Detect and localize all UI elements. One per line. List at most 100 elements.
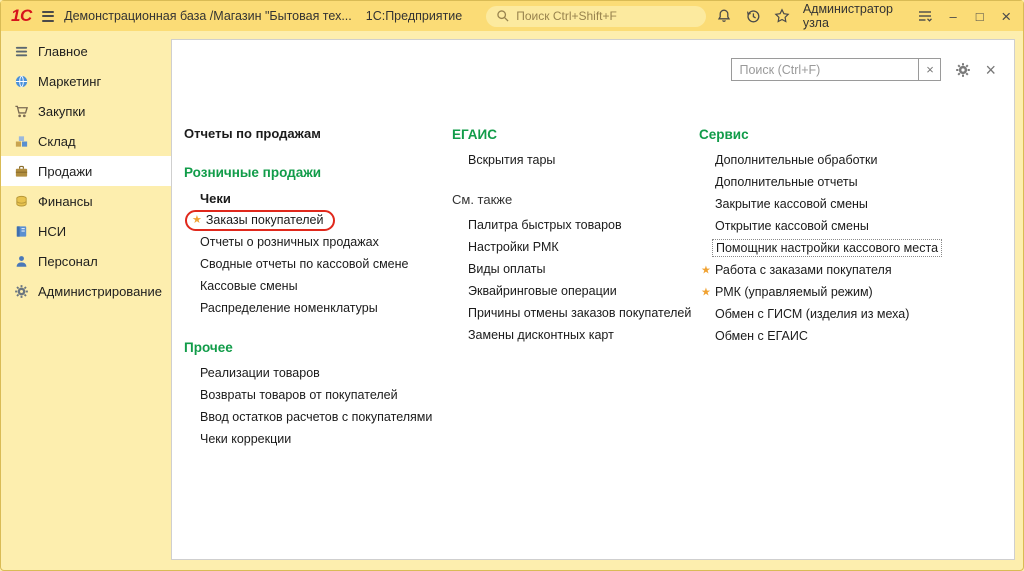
titlebar-right-cluster: Администратор узла – □ × <box>716 2 1013 30</box>
menu-item[interactable]: Отчеты по продажам <box>184 122 452 144</box>
hamburger-menu-icon[interactable] <box>42 11 54 22</box>
star-icon: ★ <box>192 213 202 226</box>
menu-item[interactable]: Отчеты о розничных продажах <box>184 231 452 253</box>
menu-item[interactable]: Замены дисконтных карт <box>452 324 699 346</box>
menu-item[interactable]: Кассовые смены <box>184 275 452 297</box>
menu-item[interactable]: Сводные отчеты по кассовой смене <box>184 253 452 275</box>
sidebar-item-administrirovanie[interactable]: Администрирование <box>1 276 171 306</box>
menu-item[interactable]: Обмен с ЕГАИС <box>699 325 1006 347</box>
sidebar-item-marketing[interactable]: Маркетинг <box>1 66 171 96</box>
history-clock-icon[interactable] <box>745 8 761 25</box>
sidebar-item-label: Администрирование <box>38 284 162 299</box>
group-title: См. также <box>452 187 699 211</box>
panel-search-input[interactable] <box>731 58 919 81</box>
menu-group: ЕГАИС Вскрытия тары <box>452 122 699 171</box>
sidebar-item-zakupki[interactable]: Закупки <box>1 96 171 126</box>
menu-item[interactable]: Причины отмены заказов покупателей <box>452 302 699 324</box>
sidebar-item-personal[interactable]: Персонал <box>1 246 171 276</box>
menu-item[interactable]: Настройки РМК <box>452 236 699 258</box>
menu-item-label: Работа с заказами покупателя <box>715 263 892 277</box>
menu-item-label: Замены дисконтных карт <box>468 328 614 342</box>
close-window-button[interactable]: × <box>999 8 1013 25</box>
current-user[interactable]: Администратор узла <box>803 2 905 30</box>
sidebar-item-finansy[interactable]: Финансы <box>1 186 171 216</box>
window-title: Демонстрационная база /Магазин "Бытовая … <box>64 9 462 23</box>
menu-item[interactable]: Открытие кассовой смены <box>699 215 1006 237</box>
menu-column-1: Отчеты по продажамРозничные продажиЧеки★… <box>184 122 452 466</box>
global-search-box[interactable]: Поиск Ctrl+Shift+F <box>486 6 706 27</box>
menu-column-2: ЕГАИС Вскрытия тары См. также Палитра быстр… <box>452 122 699 362</box>
sidebar-item-nsi[interactable]: НСИ <box>1 216 171 246</box>
menu-item-label: Распределение номенклатуры <box>200 301 378 315</box>
sidebar-item-prodazhi[interactable]: Продажи <box>1 156 171 186</box>
menu-item-label: Помощник настройки кассового места <box>712 239 942 257</box>
sidebar-item-label: Маркетинг <box>38 74 101 89</box>
menu-item[interactable]: ★ Заказы покупателей <box>184 209 452 231</box>
admin-icon <box>13 283 29 299</box>
sidebar-item-label: Финансы <box>38 194 93 209</box>
menu-item[interactable]: Палитра быстрых товаров <box>452 214 699 236</box>
sidebar-item-label: Склад <box>38 134 76 149</box>
menu-item[interactable]: Чеки <box>184 187 452 209</box>
menu-item-label: Палитра быстрых товаров <box>468 218 622 232</box>
menu-item-label: Чеки <box>200 191 231 206</box>
menu-item[interactable]: Дополнительные отчеты <box>699 171 1006 193</box>
global-search-placeholder: Поиск Ctrl+Shift+F <box>516 9 617 23</box>
group-title: ЕГАИС <box>452 122 699 146</box>
menu-group: Розничные продажиЧеки★Заказы покупателей… <box>184 160 452 319</box>
menu-item-label: Настройки РМК <box>468 240 559 254</box>
sidebar-item-glavnoe[interactable]: Главное <box>1 36 171 66</box>
menu-column-3: СервисДополнительные обработкиДополнител… <box>699 122 1006 363</box>
menu-item[interactable]: Виды оплаты <box>452 258 699 280</box>
star-icon: ★ <box>701 286 711 299</box>
menu-item-label: Ввод остатков расчетов с покупателями <box>200 410 432 424</box>
main-menu-icon <box>13 43 29 59</box>
menu-group: См. также Палитра быстрых товаров Настройк… <box>452 187 699 346</box>
sidebar-item-sklad[interactable]: Склад <box>1 126 171 156</box>
menu-item-label: Обмен с ГИСМ (изделия из меха) <box>715 307 909 321</box>
menu-item-label: Дополнительные отчеты <box>715 175 858 189</box>
menu-item[interactable]: Дополнительные обработки <box>699 149 1006 171</box>
menu-item-label: Чеки коррекции <box>200 432 291 446</box>
menu-item[interactable]: Реализации товаров <box>184 362 452 384</box>
menu-item-label: Причины отмены заказов покупателей <box>468 306 691 320</box>
menu-item[interactable]: ★Работа с заказами покупателя <box>699 259 1006 281</box>
panel-close-button[interactable]: × <box>985 61 996 79</box>
sales-icon <box>13 163 29 179</box>
sidebar-item-label: НСИ <box>38 224 66 239</box>
menu-item[interactable]: Вскрытия тары <box>452 149 699 171</box>
menu-item-label: Возвраты товаров от покупателей <box>200 388 398 402</box>
menu-item[interactable]: Закрытие кассовой смены <box>699 193 1006 215</box>
menu-item-label: Открытие кассовой смены <box>715 219 869 233</box>
warehouse-icon <box>13 133 29 149</box>
menu-item[interactable]: Эквайринговые операции <box>452 280 699 302</box>
menu-item-label: Сводные отчеты по кассовой смене <box>200 257 408 271</box>
menu-item[interactable]: Чеки коррекции <box>184 428 452 450</box>
menu-item[interactable]: Обмен с ГИСМ (изделия из меха) <box>699 303 1006 325</box>
menu-item-label: Реализации товаров <box>200 366 320 380</box>
menu-item[interactable]: Помощник настройки кассового места <box>699 237 1006 259</box>
favorites-star-icon[interactable] <box>774 8 790 25</box>
1c-logo: 1С <box>11 6 32 26</box>
menu-item-label: Заказы покупателей <box>206 213 324 227</box>
maximize-button[interactable]: □ <box>973 10 987 23</box>
notifications-bell-icon[interactable] <box>716 8 732 25</box>
minimize-button[interactable]: – <box>946 10 960 23</box>
service-menu-icon[interactable] <box>917 8 933 25</box>
menu-item-label: Обмен с ЕГАИС <box>715 329 808 343</box>
menu-item[interactable]: Распределение номенклатуры <box>184 297 452 319</box>
menu-group: Отчеты по продажам <box>184 122 452 144</box>
panel-toolbar: × × <box>731 58 996 81</box>
menu-item-label: Вскрытия тары <box>468 153 555 167</box>
panel-settings-gear-icon[interactable] <box>954 61 972 79</box>
menu-item[interactable]: Ввод остатков расчетов с покупателями <box>184 406 452 428</box>
menu-item[interactable]: ★РМК (управляемый режим) <box>699 281 1006 303</box>
sidebar-item-label: Персонал <box>38 254 98 269</box>
menu-item-label: Эквайринговые операции <box>468 284 617 298</box>
titlebar: 1С Демонстрационная база /Магазин "Бытов… <box>1 1 1023 31</box>
search-icon <box>496 9 510 23</box>
function-menu-panel: × × Отчеты по продажамРозничные продажиЧ… <box>171 39 1015 560</box>
menu-item[interactable]: Возвраты товаров от покупателей <box>184 384 452 406</box>
search-clear-button[interactable]: × <box>919 58 941 81</box>
menu-item-label: Отчеты по продажам <box>184 126 321 141</box>
